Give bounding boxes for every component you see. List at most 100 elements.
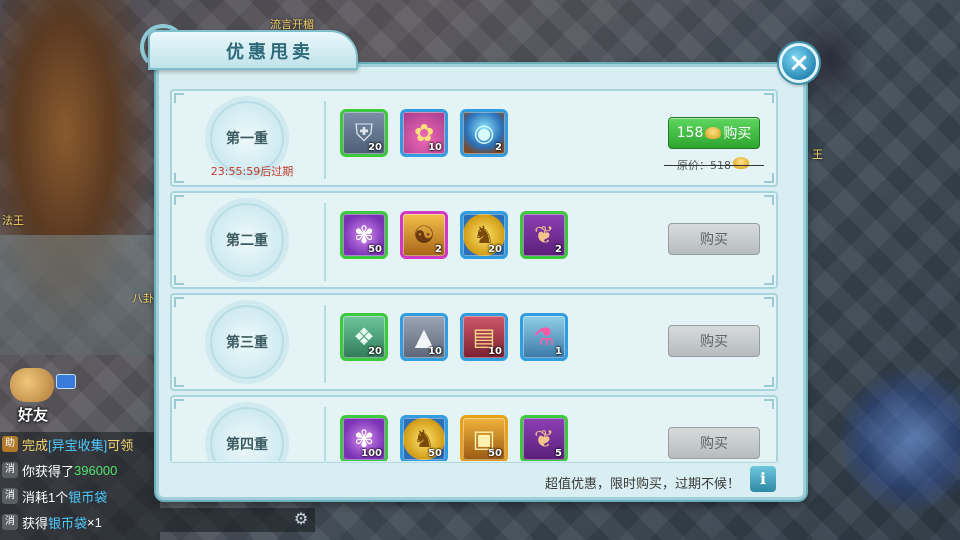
corner-ornament xyxy=(174,195,184,205)
item-slot-horse-coin[interactable]: ♞ 20 xyxy=(460,211,508,259)
item-slot-silver-ingot[interactable]: ▲ 10 xyxy=(400,313,448,361)
item-count: 20 xyxy=(488,244,502,255)
close-icon: × xyxy=(788,48,810,78)
buy-label: 购买 xyxy=(700,334,728,350)
friend-label[interactable]: 好友 xyxy=(18,404,48,425)
npc-name-label: 八卦 xyxy=(132,293,154,305)
footer-text: 超值优惠，限时购买，过期不候！ xyxy=(544,477,740,492)
info-button[interactable]: i xyxy=(750,466,776,492)
chat-text: 你获得了 xyxy=(22,463,75,479)
item-count: 10 xyxy=(428,142,442,153)
corner-ornament xyxy=(764,195,774,205)
item-slot-pouch[interactable]: ✿ 10 xyxy=(400,109,448,157)
chat-link[interactable]: 银币袋 xyxy=(68,487,107,506)
close-button[interactable]: × xyxy=(779,43,819,83)
item-slot-book[interactable]: ▤ 10 xyxy=(460,313,508,361)
item-slot-paw-orb[interactable]: ✾ 100 xyxy=(340,415,388,461)
item-slot-ginseng[interactable]: ❦ 2 xyxy=(520,211,568,259)
item-count: 50 xyxy=(368,244,382,255)
item-slot-jade-token[interactable]: ❖ 20 xyxy=(340,313,388,361)
corner-ornament xyxy=(764,297,774,307)
item-slot-golden-scroll[interactable]: ☯ 2 xyxy=(400,211,448,259)
strikethrough xyxy=(664,165,764,166)
tier-list[interactable]: 第一重 23:55:59后过期 ⛨ 20 ✿ 10 ◉ 2 158 购买 原价：… xyxy=(159,67,803,461)
buy-label: 购买 xyxy=(700,232,728,248)
chat-panel[interactable]: 助 完成 [异宝收集] 可领 消 你获得了 396000 消 消耗1个 银币袋 … xyxy=(0,432,160,540)
item-slot-crystal-orb[interactable]: ◉ 2 xyxy=(460,109,508,157)
buy-button[interactable]: 购买 xyxy=(668,325,760,357)
item-count: 20 xyxy=(368,346,382,357)
corner-ornament xyxy=(764,275,774,285)
friend-avatar[interactable] xyxy=(10,368,54,402)
chat-link[interactable]: [异宝收集] xyxy=(48,435,107,454)
buy-label: 购买 xyxy=(723,126,752,142)
tier-row-2: 第二重 ✾ 50 ☯ 2 ♞ 20 ❦ 2 购买 xyxy=(170,191,778,289)
chat-line: 消 你获得了 396000 xyxy=(2,460,117,480)
divider xyxy=(324,305,326,383)
item-count: 50 xyxy=(428,448,442,459)
expiry-timer: 23:55:59后过期 xyxy=(210,165,294,178)
tier-row-4: 第四重 ✾ 100 ♞ 50 ▣ 50 ❦ 5 购买 xyxy=(170,395,778,461)
corner-ornament xyxy=(174,173,184,183)
corner-ornament xyxy=(174,93,184,103)
mail-icon[interactable] xyxy=(56,374,76,389)
tier-name: 第一重 xyxy=(226,131,268,147)
tier-row-3: 第三重 ❖ 20 ▲ 10 ▤ 10 ⚗ 1 购买 xyxy=(170,293,778,391)
divider xyxy=(324,203,326,281)
chat-channel-tag: 消 xyxy=(2,462,18,478)
chat-text: 完成 xyxy=(22,437,49,453)
tier-row-1: 第一重 23:55:59后过期 ⛨ 20 ✿ 10 ◉ 2 158 购买 原价：… xyxy=(170,89,778,187)
buy-button[interactable]: 购买 xyxy=(668,223,760,255)
dialog-title: 优惠甩卖 xyxy=(226,42,314,63)
chat-channel-tag: 助 xyxy=(2,436,18,452)
corner-ornament xyxy=(174,275,184,285)
item-count: 10 xyxy=(428,346,442,357)
corner-ornament xyxy=(764,173,774,183)
npc-name-label: 法王 xyxy=(2,215,24,227)
tier-badge: 第四重 xyxy=(210,407,284,461)
gold-ingot-icon xyxy=(705,127,722,139)
chat-line: 助 完成 [异宝收集] 可领 xyxy=(2,434,133,454)
original-price: 原价：518 xyxy=(664,157,764,173)
chat-value: 396000 xyxy=(74,462,118,478)
gold-ingot-icon xyxy=(733,157,749,169)
item-slot-treasure-chest[interactable]: ▣ 50 xyxy=(460,415,508,461)
item-slot-horse-coin[interactable]: ♞ 50 xyxy=(400,415,448,461)
divider xyxy=(324,407,326,461)
corner-ornament xyxy=(764,377,774,387)
corner-ornament xyxy=(174,297,184,307)
tier-badge: 第二重 xyxy=(210,203,284,277)
item-count: 20 xyxy=(368,142,382,153)
chat-text: 消耗1个 xyxy=(22,489,69,505)
item-slot-paw-orb[interactable]: ✾ 50 xyxy=(340,211,388,259)
chat-text: 获得 xyxy=(22,515,49,531)
tier-name: 第四重 xyxy=(226,437,268,453)
buy-label: 购买 xyxy=(700,436,728,452)
item-slot-ginseng[interactable]: ❦ 5 xyxy=(520,415,568,461)
chat-channel-tag: 消 xyxy=(2,514,18,530)
chat-text: 可领 xyxy=(107,437,134,453)
item-slot-potion[interactable]: ⚗ 1 xyxy=(520,313,568,361)
chat-text: ×1 xyxy=(87,514,102,530)
chat-line: 消 消耗1个 银币袋 xyxy=(2,486,107,506)
item-count: 100 xyxy=(361,448,382,459)
corner-ornament xyxy=(764,399,774,409)
dialog-footer: 超值优惠，限时购买，过期不候！ i xyxy=(170,462,778,496)
buy-button[interactable]: 购买 xyxy=(668,427,760,459)
item-count: 5 xyxy=(555,448,562,459)
price-value: 158 xyxy=(676,125,704,141)
item-slot-armor[interactable]: ⛨ 20 xyxy=(340,109,388,157)
item-count: 1 xyxy=(555,346,562,357)
gear-icon[interactable]: ⚙ xyxy=(292,510,310,528)
tier-name: 第二重 xyxy=(226,233,268,249)
item-count: 50 xyxy=(488,448,502,459)
item-count: 10 xyxy=(488,346,502,357)
tier-name: 第三重 xyxy=(226,335,268,351)
chat-link[interactable]: 银币袋 xyxy=(48,513,87,532)
corner-ornament xyxy=(174,377,184,387)
item-count: 2 xyxy=(435,244,442,255)
buy-button[interactable]: 158 购买 xyxy=(668,117,760,149)
npc-name-label: 王 xyxy=(812,149,823,161)
item-count: 2 xyxy=(555,244,562,255)
chat-line: 消 获得 银币袋 ×1 xyxy=(2,512,102,532)
